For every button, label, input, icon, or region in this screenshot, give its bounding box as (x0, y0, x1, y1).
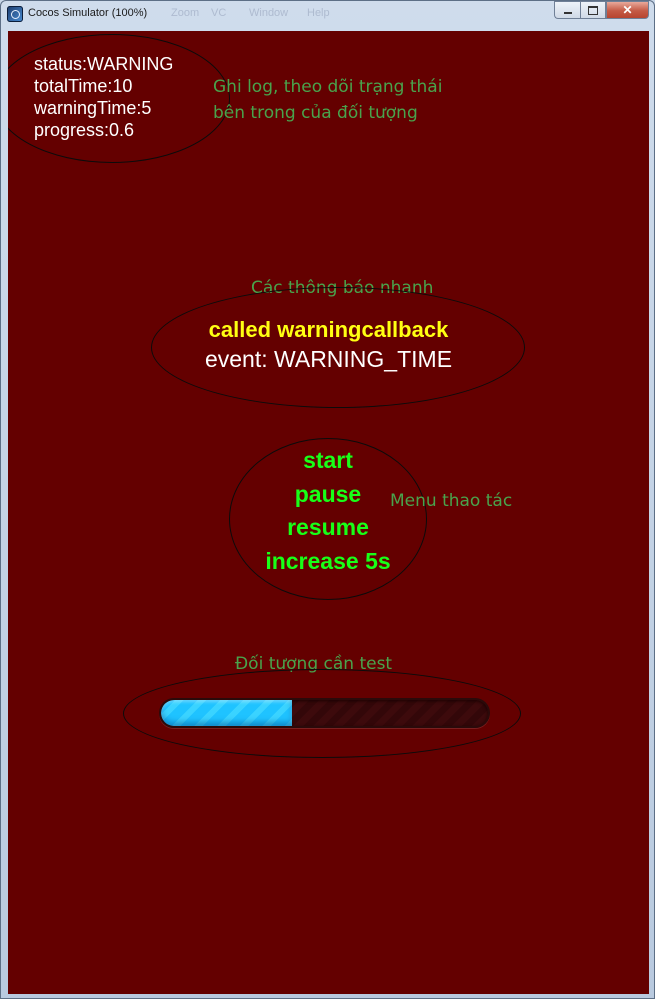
menu-increase-button[interactable]: increase 5s (228, 548, 428, 575)
maximize-button[interactable] (580, 1, 606, 19)
window-controls: ✕ (554, 1, 649, 19)
log-note-line1: Ghi log, theo dõi trạng thái (213, 77, 443, 97)
title-bar[interactable]: Cocos Simulator (100%) Zoom VC Window He… (1, 1, 654, 27)
log-warning-time: warningTime:5 (34, 98, 152, 118)
simulator-window: Cocos Simulator (100%) Zoom VC Window He… (0, 0, 655, 999)
log-status: status:WARNING (34, 54, 174, 74)
log-note-line2: bên trong của đối tượng (213, 103, 418, 123)
close-button[interactable]: ✕ (606, 1, 649, 19)
log-total-time: totalTime:10 (34, 76, 133, 96)
close-icon: ✕ (622, 3, 633, 17)
menu-ghost-zoom: Zoom (171, 7, 200, 19)
menu-ghost-vc: VC (211, 7, 227, 19)
log-progress: progress:0.6 (34, 120, 135, 140)
menu-ghost-help: Help (307, 7, 330, 19)
menu-resume-button[interactable]: resume (228, 514, 428, 541)
event-message: event: WARNING_TIME (204, 346, 453, 372)
progress-bar (159, 698, 490, 728)
menu-note: Menu thao tác (390, 491, 513, 511)
maximize-icon (588, 5, 598, 15)
game-canvas[interactable]: status:WARNING totalTime:10 warningTime:… (8, 31, 649, 994)
cocos-app-icon (7, 6, 23, 22)
minimize-button[interactable] (554, 1, 580, 19)
callback-message: called warningcallback (208, 317, 449, 342)
progress-bar-fill (161, 700, 292, 726)
menu-start-button[interactable]: start (228, 447, 428, 474)
menu-ghost-window: Window (249, 7, 289, 19)
window-title: Cocos Simulator (100%) (28, 7, 148, 19)
minimize-icon (563, 12, 572, 14)
